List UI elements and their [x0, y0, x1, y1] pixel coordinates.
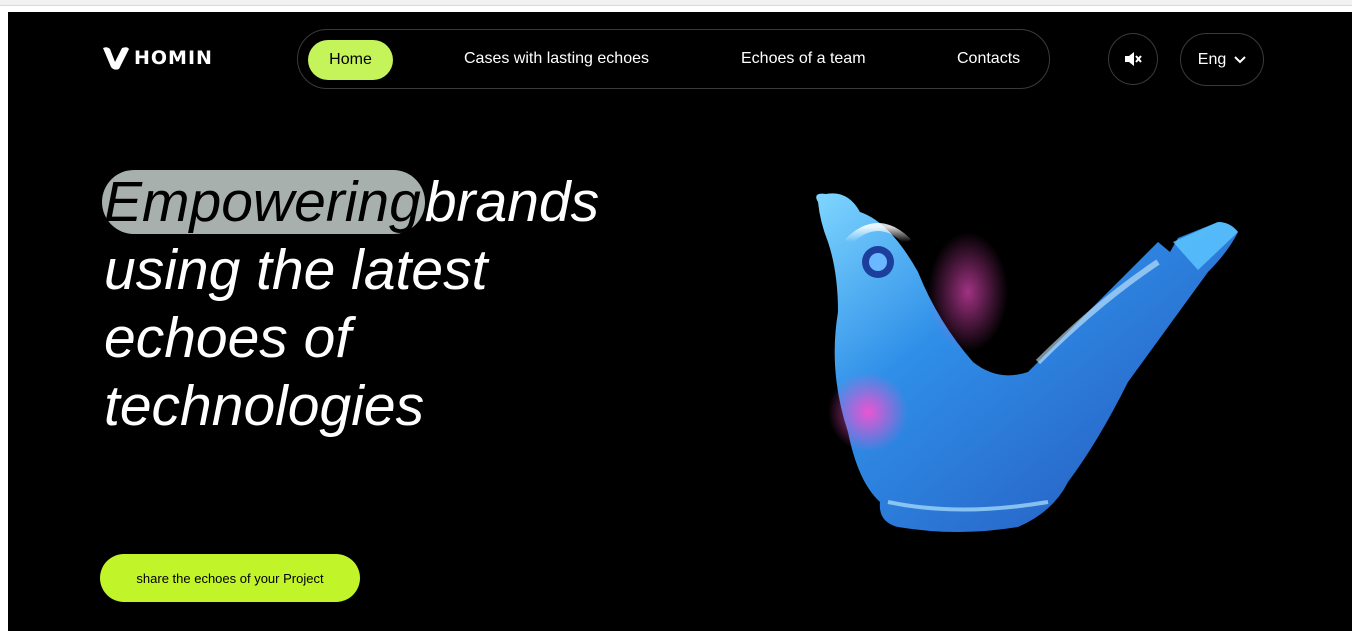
page-frame: HOMIN Home Cases with lasting echoes Ech… — [8, 12, 1352, 631]
nav-item-home[interactable]: Home — [308, 40, 393, 80]
hero-line3: echoes of — [104, 306, 352, 370]
hero-highlight: Empowering — [102, 170, 425, 234]
main-nav: Home Cases with lasting echoes Echoes of… — [297, 29, 1050, 89]
hero-line2: using the latest — [104, 238, 488, 302]
hero-headline: Empoweringbrands using the latest echoes o… — [102, 168, 664, 440]
bird-whistle-illustration — [816, 193, 1238, 532]
speaker-muted-icon — [1125, 52, 1142, 66]
hero-line4: technologies — [104, 374, 425, 438]
hero-line1-rest: brands — [424, 170, 600, 234]
language-selector[interactable]: Eng — [1180, 33, 1264, 86]
nav-item-cases[interactable]: Cases with lasting echoes — [464, 50, 649, 68]
logo[interactable]: HOMIN — [102, 45, 213, 71]
browser-top-strip — [0, 0, 1352, 6]
share-project-button[interactable]: share the echoes of your Project — [100, 554, 360, 602]
logo-mark-icon — [103, 47, 129, 70]
nav-item-team[interactable]: Echoes of a team — [741, 50, 866, 68]
chevron-down-icon — [1234, 55, 1246, 63]
logo-text: HOMIN — [134, 47, 213, 69]
language-label: Eng — [1197, 50, 1227, 68]
sound-toggle-button[interactable] — [1108, 33, 1158, 85]
nav-item-contacts[interactable]: Contacts — [957, 50, 1020, 68]
